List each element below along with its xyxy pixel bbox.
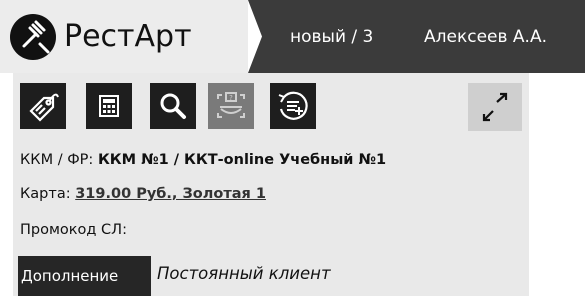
card-link[interactable]: 319.00 Руб., Золотая 1 (75, 186, 266, 202)
unknown-dish-icon: ? (217, 92, 245, 118)
addition-value[interactable]: Постоянный клиент (157, 264, 331, 283)
add-to-list-icon (278, 91, 308, 120)
add-to-list-button[interactable] (270, 83, 316, 129)
kkm-value: ККМ №1 / ККТ-online Учебный №1 (97, 152, 387, 168)
search-icon (160, 93, 186, 119)
order-number-label[interactable]: новый / 3 (290, 27, 373, 47)
discount-tag-icon (29, 93, 59, 122)
addition-label: Дополнение (18, 256, 151, 296)
expand-button[interactable] (468, 83, 522, 131)
calculator-icon (99, 95, 119, 117)
unknown-dish-button[interactable]: ? (208, 83, 254, 129)
app-header-brand: РестАрт (0, 0, 248, 73)
restart-logo-icon (10, 14, 56, 60)
right-content-area (540, 73, 585, 296)
promo-line: Промокод СЛ: (20, 222, 127, 238)
kkm-line: ККМ / ФР: ККМ №1 / ККТ-online Учебный №1 (20, 152, 386, 168)
svg-text:?: ? (229, 94, 233, 102)
calculator-button[interactable] (86, 83, 132, 129)
promo-label: Промокод СЛ: (20, 222, 127, 238)
card-line: Карта: 319.00 Руб., Золотая 1 (20, 186, 266, 202)
waiter-name[interactable]: Алексеев А.А. (424, 27, 547, 47)
expand-icon (482, 92, 508, 122)
discount-button[interactable] (20, 83, 66, 129)
search-button[interactable] (150, 83, 196, 129)
app-title: РестАрт (64, 19, 192, 54)
kkm-label: ККМ / ФР: (20, 152, 94, 168)
card-label: Карта: (20, 186, 71, 202)
